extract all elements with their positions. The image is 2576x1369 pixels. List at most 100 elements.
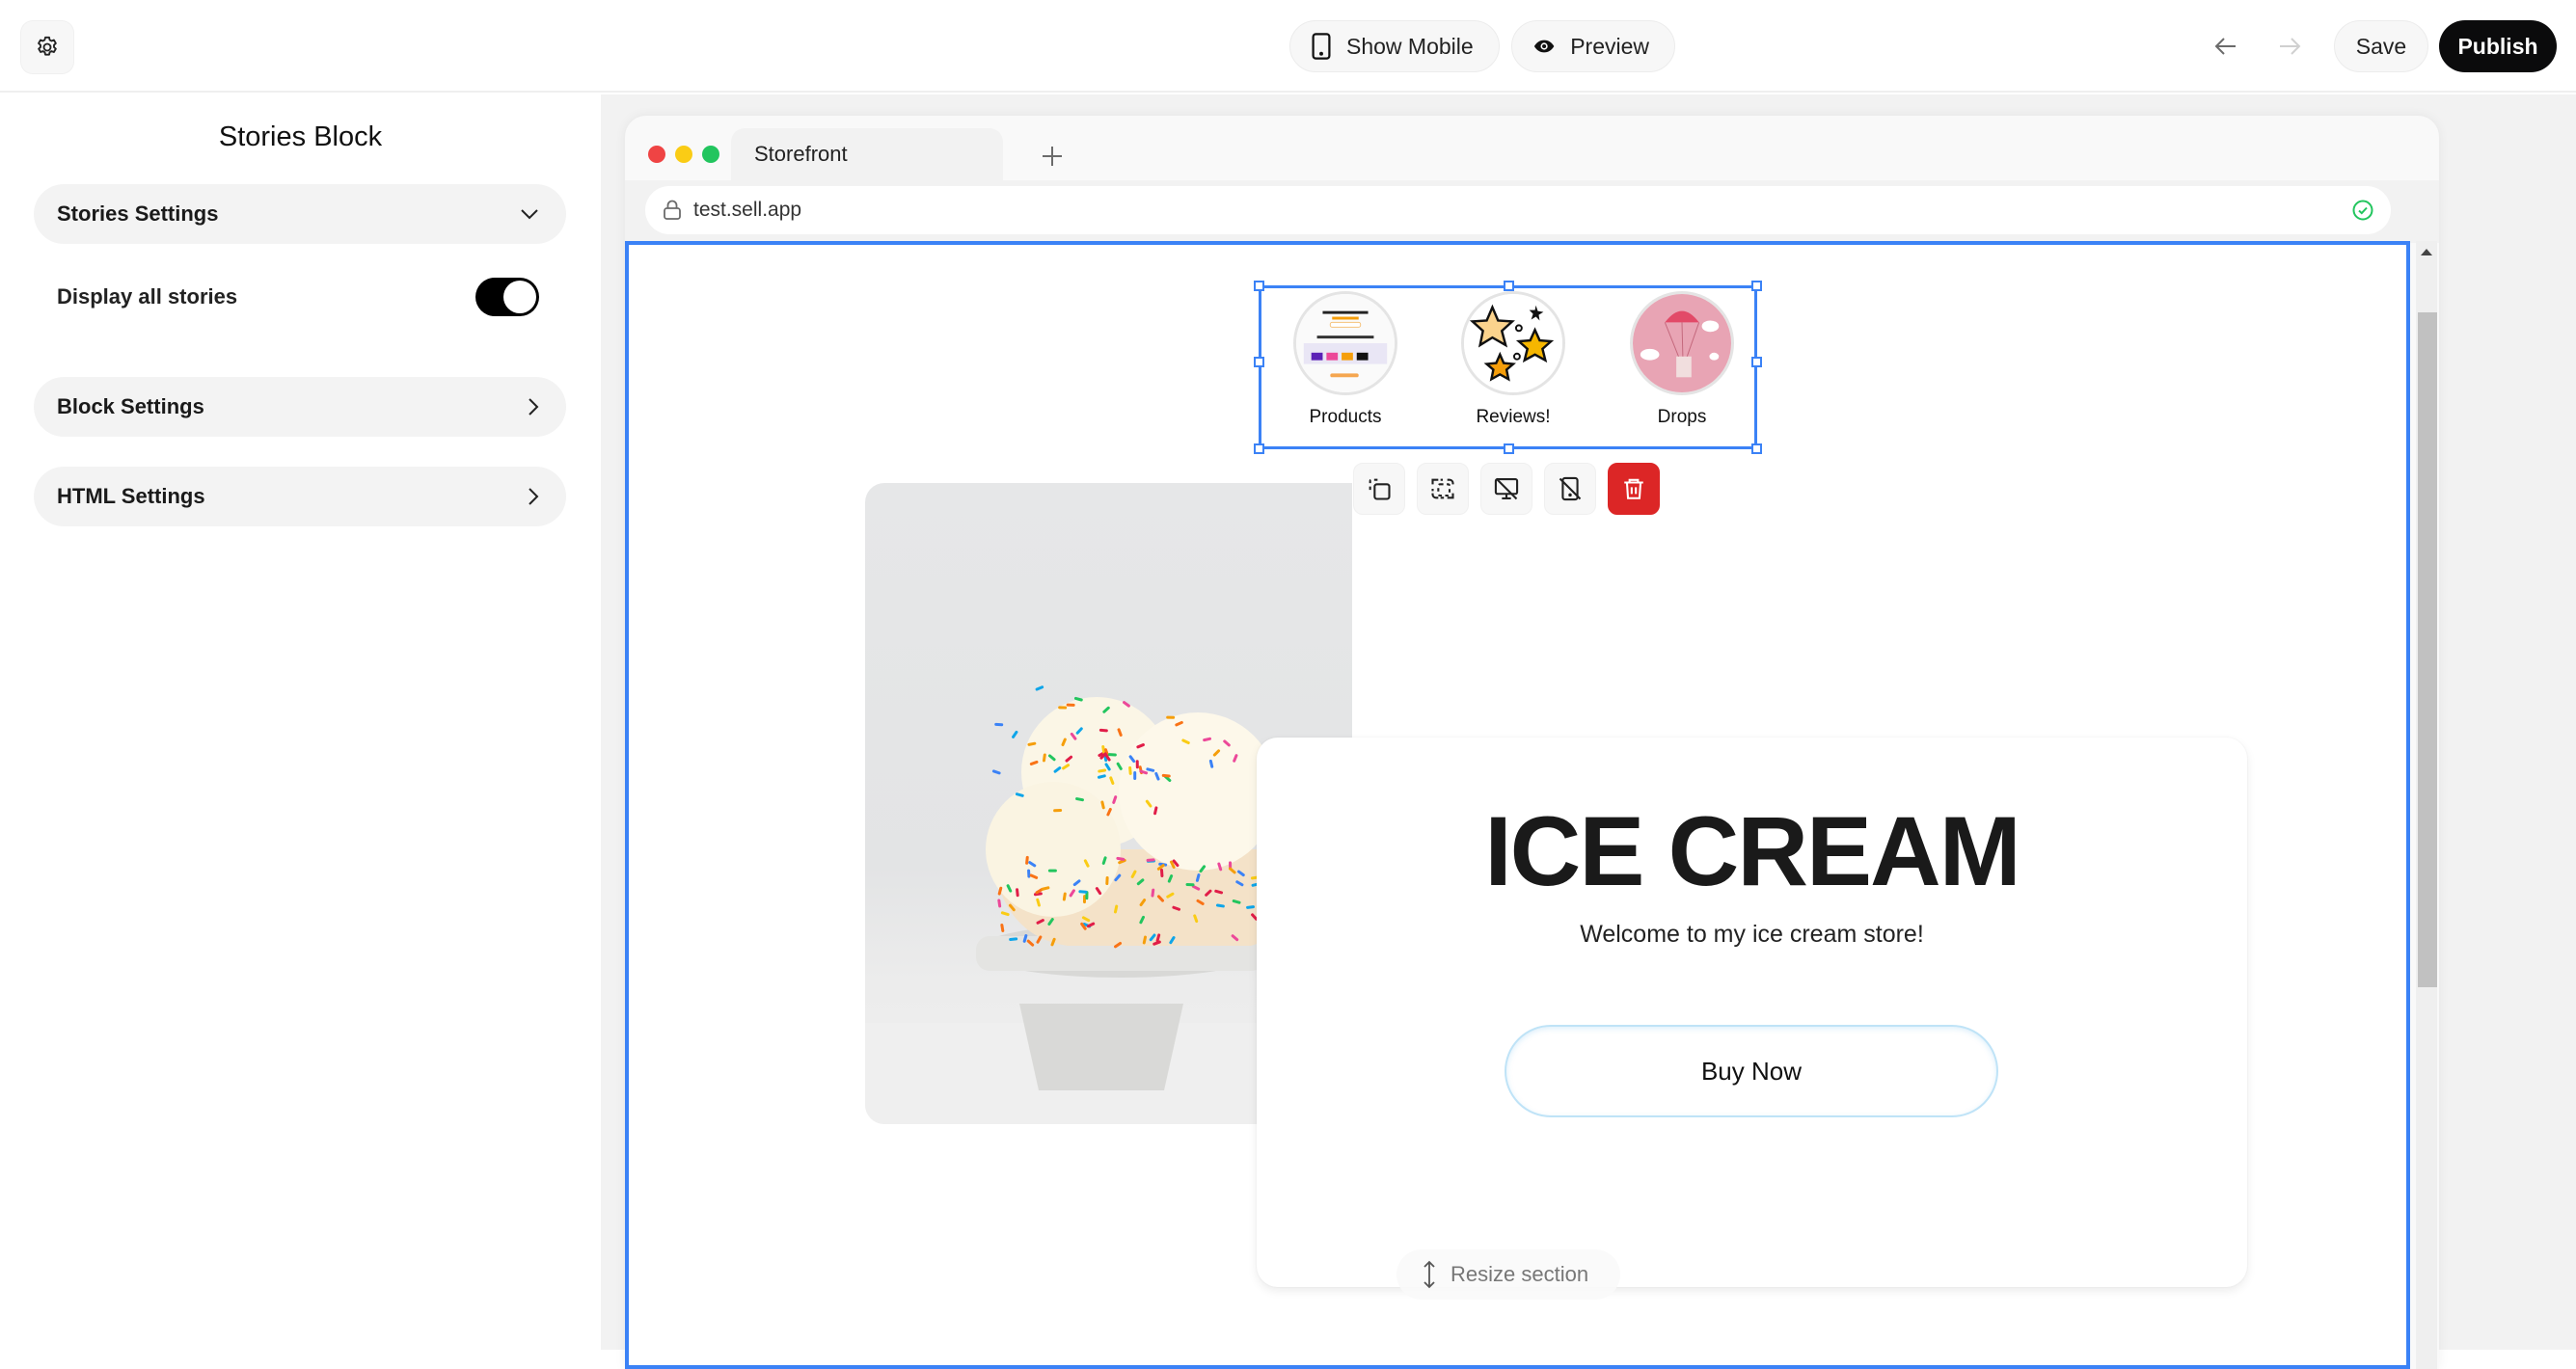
preview-scrollbar[interactable] <box>2416 241 2437 1369</box>
resize-handle-ne[interactable] <box>1751 281 1762 291</box>
resize-section-label: Resize section <box>1451 1262 1589 1286</box>
redo-button[interactable] <box>2272 29 2307 64</box>
show-mobile-button[interactable]: Show Mobile <box>1289 20 1500 72</box>
block-toolbar <box>1349 461 1664 517</box>
sprinkle <box>1000 924 1005 932</box>
sprinkle <box>1058 706 1068 710</box>
top-bar: Show Mobile Preview Save Publish <box>0 0 2576 93</box>
check-circle-icon <box>2352 200 2373 221</box>
sprinkle <box>1012 730 1018 738</box>
sprinkle <box>1135 760 1139 769</box>
address-bar[interactable]: test.sell.app <box>645 186 2391 234</box>
arrow-right-icon <box>2280 38 2301 55</box>
sprinkle <box>1105 876 1109 886</box>
hero-subtitle: Welcome to my ice cream store! <box>1580 921 1924 948</box>
sprinkle <box>997 899 1002 908</box>
story-item-products[interactable]: Products <box>1278 288 1413 428</box>
address-bar-area: test.sell.app <box>625 180 2439 243</box>
select-parent-button[interactable] <box>1417 463 1469 515</box>
select-frame-icon <box>1431 478 1454 499</box>
sprinkle <box>1066 703 1075 707</box>
chevron-right-icon <box>529 398 539 416</box>
story-thumbnail <box>1630 291 1734 395</box>
accordion-label: Block Settings <box>57 394 204 418</box>
sprinkle <box>1047 869 1057 872</box>
phone-off-icon <box>1559 476 1582 501</box>
resize-section-handle[interactable]: Resize section <box>1396 1249 1620 1300</box>
sprinkle <box>991 769 1001 775</box>
sprinkle <box>1166 715 1176 719</box>
plus-icon <box>1043 147 1062 166</box>
window-minimize-dot <box>675 146 692 163</box>
resize-vertical-icon <box>1424 1260 1435 1289</box>
new-tab-button[interactable] <box>1035 139 1070 174</box>
resize-handle-w[interactable] <box>1254 357 1264 367</box>
save-button[interactable]: Save <box>2334 20 2428 72</box>
story-item-drops[interactable]: Drops <box>1614 288 1749 428</box>
url-text: test.sell.app <box>693 199 802 221</box>
phone-icon <box>1312 33 1331 60</box>
resize-handle-s[interactable] <box>1504 443 1514 454</box>
resize-handle-sw[interactable] <box>1254 443 1264 454</box>
show-mobile-label: Show Mobile <box>1346 33 1474 59</box>
resize-handle-nw[interactable] <box>1254 281 1264 291</box>
sprinkle <box>1107 753 1117 757</box>
block-settings-accordion[interactable]: Block Settings <box>34 377 566 437</box>
sprinkle <box>1027 869 1031 878</box>
stories-settings-accordion[interactable]: Stories Settings <box>34 184 566 244</box>
tab-title: Storefront <box>754 142 848 166</box>
display-all-stories-toggle[interactable] <box>475 278 539 316</box>
gear-icon <box>38 36 57 56</box>
resize-handle-e[interactable] <box>1751 357 1762 367</box>
story-label: Products <box>1309 407 1382 427</box>
story-thumbnail <box>1461 291 1565 395</box>
story-item-reviews[interactable]: Reviews! <box>1446 288 1581 428</box>
sprinkle <box>1035 685 1044 691</box>
duplicate-icon <box>1369 478 1391 500</box>
monitor-off-icon <box>1494 477 1519 500</box>
arrow-left-icon <box>2214 38 2236 55</box>
stories-block-selection[interactable]: Products Reviews! Drops <box>1254 281 1762 454</box>
display-all-stories-row: Display all stories <box>57 276 539 318</box>
preview-button[interactable]: Preview <box>1511 20 1675 72</box>
story-label: Reviews! <box>1476 407 1551 427</box>
chevron-down-icon <box>521 209 538 220</box>
undo-button[interactable] <box>2209 29 2243 64</box>
duplicate-button[interactable] <box>1353 463 1405 515</box>
html-settings-accordion[interactable]: HTML Settings <box>34 467 566 526</box>
delete-button[interactable] <box>1608 463 1660 515</box>
sprinkle <box>1000 911 1010 917</box>
scroll-thumb[interactable] <box>2418 312 2437 987</box>
story-thumbnail <box>1293 291 1397 395</box>
sprinkle <box>1185 882 1195 887</box>
hide-desktop-button[interactable] <box>1480 463 1532 515</box>
hide-mobile-button[interactable] <box>1544 463 1596 515</box>
hero-card: ICE CREAM Welcome to my ice cream store!… <box>1257 738 2247 1287</box>
window-close-dot <box>648 146 665 163</box>
lock-icon <box>664 200 681 220</box>
publish-button[interactable]: Publish <box>2439 20 2557 72</box>
chevron-right-icon <box>529 488 539 505</box>
eye-icon <box>1533 40 1555 53</box>
scroll-up-arrow[interactable] <box>2421 249 2432 255</box>
sprinkle <box>1053 808 1063 813</box>
sprinkle <box>1133 771 1137 780</box>
panel-title: Stories Block <box>218 121 383 152</box>
buy-now-button[interactable]: Buy Now <box>1505 1025 1998 1117</box>
page-viewport: Products Reviews! Drops ICE CREAM Welcom… <box>625 241 2410 1369</box>
resize-handle-se[interactable] <box>1751 443 1762 454</box>
settings-button[interactable] <box>21 21 73 73</box>
editor-canvas: Storefront test.sell.app Products Review… <box>601 94 2576 1369</box>
settings-sidebar: Stories Block Stories Settings Display a… <box>0 94 601 1350</box>
browser-tab[interactable]: Storefront <box>731 128 1003 180</box>
hero-title: ICE CREAM <box>1484 796 2020 906</box>
sprinkle <box>1160 869 1164 877</box>
trash-icon <box>1624 478 1643 499</box>
sprinkle <box>994 722 1004 727</box>
browser-frame: Storefront test.sell.app Products Review… <box>625 116 2439 1369</box>
display-all-stories-label: Display all stories <box>57 284 238 309</box>
preview-label: Preview <box>1570 33 1649 59</box>
story-label: Drops <box>1657 407 1707 427</box>
window-maximize-dot <box>702 146 719 163</box>
toggle-knob <box>503 281 536 313</box>
